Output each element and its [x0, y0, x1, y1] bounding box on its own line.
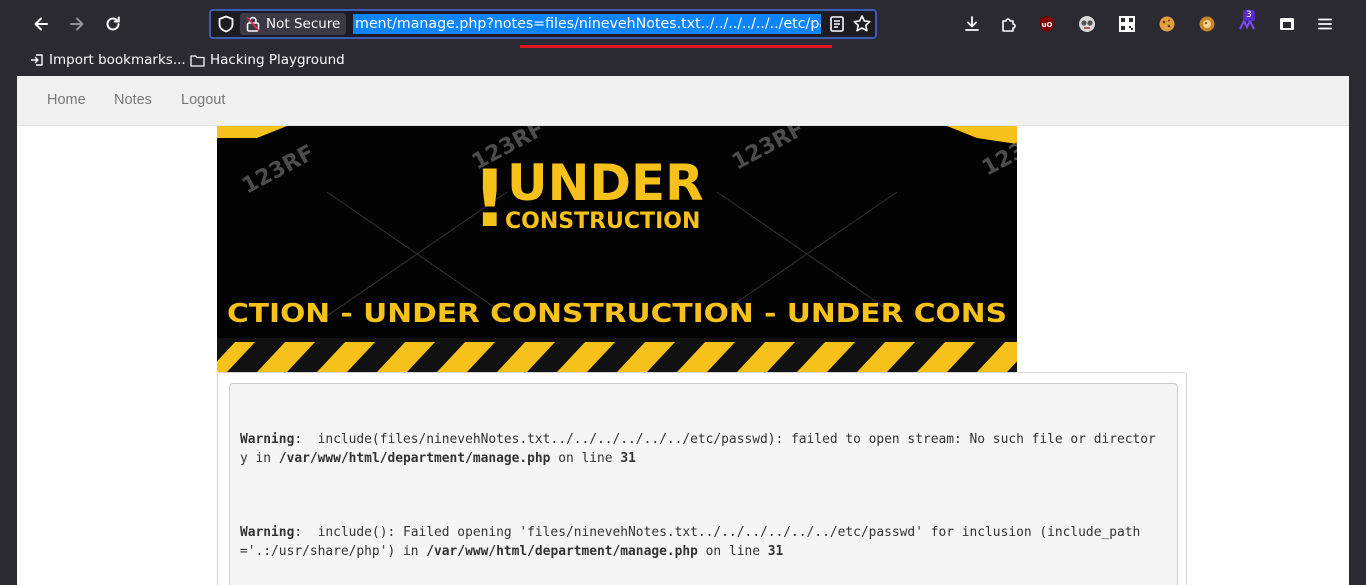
- cookie-extension[interactable]: [1157, 14, 1177, 34]
- page-edge-left: [0, 76, 17, 585]
- warning-line-number: 31: [620, 451, 636, 466]
- warning-text: : include(files/ninevehNotes.txt../../..…: [294, 432, 1156, 447]
- not-secure-indicator[interactable]: Not Secure: [240, 13, 347, 35]
- site-navbar: Home Notes Logout: [17, 76, 1349, 126]
- warning-text: on line: [550, 451, 621, 466]
- browser-chrome: Not Secure ment/manage.php?notes=files/n…: [0, 0, 1366, 76]
- banner-strip-text: CTION - UNDER CONSTRUCTION - UNDER CONS: [227, 299, 1007, 329]
- bookmark-folder-label: Hacking Playground: [210, 52, 345, 68]
- banner-subtitle: CONSTRUCTION: [505, 209, 700, 234]
- cookie-bite-icon: [1199, 16, 1215, 32]
- banner-exclamation: !: [472, 155, 508, 245]
- tracking-shield-icon[interactable]: [217, 15, 235, 33]
- ublock-shield-icon: uO: [1040, 16, 1054, 32]
- spy-extension[interactable]: [1077, 14, 1097, 34]
- window-icon: [1280, 18, 1294, 30]
- menu-button[interactable]: [1315, 14, 1335, 34]
- page-scrollbar[interactable]: [1349, 76, 1366, 585]
- watermark-text: 123RF: [238, 141, 319, 200]
- import-icon: [31, 54, 43, 66]
- cookie-editor-extension[interactable]: [1197, 14, 1217, 34]
- arrow-left-icon: [34, 17, 48, 31]
- nav-logout-link[interactable]: Logout: [181, 92, 225, 108]
- warning-text: on line: [697, 544, 768, 559]
- warning-text: : include(): Failed opening 'files/ninev…: [294, 525, 1141, 540]
- watermark-text: 123RF: [728, 126, 809, 175]
- warning-text: ='.:/usr/share/php') in: [240, 544, 427, 559]
- container-extension[interactable]: [1277, 14, 1297, 34]
- php-warning-1: Warning: include(files/ninevehNotes.txt.…: [240, 430, 1156, 468]
- warning-label: Warning: [240, 525, 295, 540]
- notes-container: Warning: include(files/ninevehNotes.txt.…: [217, 372, 1187, 585]
- warning-text: y in: [240, 451, 279, 466]
- download-icon: [965, 16, 979, 31]
- puzzle-piece-icon: [1002, 18, 1016, 32]
- url-text[interactable]: ment/manage.php?notes=files/ninevehNotes…: [353, 14, 821, 34]
- qr-code-icon: [1119, 16, 1135, 32]
- forward-button[interactable]: [65, 12, 89, 36]
- page-viewport: Home Notes Logout 123RF 123RF 123RF 123R…: [17, 76, 1349, 585]
- extension-badge: 3: [1243, 10, 1255, 21]
- warning-line-number: 31: [767, 544, 784, 559]
- extensions-button[interactable]: [999, 14, 1019, 34]
- arrow-right-icon: [70, 17, 84, 31]
- ublock-extension[interactable]: uO: [1037, 14, 1057, 34]
- reader-view-icon[interactable]: [828, 15, 846, 33]
- qr-code-extension[interactable]: [1117, 14, 1137, 34]
- back-button[interactable]: [29, 12, 53, 36]
- banner-title: UNDER: [507, 154, 704, 212]
- import-bookmarks-link[interactable]: Import bookmarks...: [30, 52, 186, 68]
- bookmark-star-icon[interactable]: [852, 14, 872, 34]
- insecure-lock-icon: [246, 16, 260, 32]
- under-construction-graphic: 123RF 123RF 123RF 123RF ! UNDER CONSTRUC…: [217, 126, 1017, 372]
- notes-output: Warning: include(files/ninevehNotes.txt.…: [229, 383, 1178, 585]
- cookie-icon: [1159, 16, 1175, 32]
- warning-path: /var/www/html/department/manage.php: [278, 451, 551, 466]
- nav-home-link[interactable]: Home: [47, 92, 86, 108]
- folder-icon: [190, 54, 205, 67]
- nav-notes-link[interactable]: Notes: [114, 92, 152, 108]
- glasses-face-icon: [1079, 16, 1095, 32]
- warning-label: Warning: [240, 432, 295, 447]
- bookmark-folder-hacking-playground[interactable]: Hacking Playground: [190, 52, 345, 68]
- address-bar[interactable]: Not Secure ment/manage.php?notes=files/n…: [209, 9, 877, 39]
- hamburger-menu-icon: [1318, 18, 1332, 30]
- import-bookmarks-label: Import bookmarks...: [49, 52, 186, 68]
- under-construction-banner: 123RF 123RF 123RF 123RF ! UNDER CONSTRUC…: [217, 126, 1017, 372]
- annotation-underline: [520, 45, 832, 48]
- reload-button[interactable]: [101, 12, 125, 36]
- php-warning-2: Warning: include(): Failed opening 'file…: [240, 523, 1140, 561]
- not-secure-label: Not Secure: [266, 16, 341, 32]
- svg-text:uO: uO: [1042, 21, 1053, 29]
- downloads-button[interactable]: [962, 14, 982, 34]
- warning-path: /var/www/html/department/manage.php: [426, 544, 698, 559]
- reload-icon: [106, 16, 120, 31]
